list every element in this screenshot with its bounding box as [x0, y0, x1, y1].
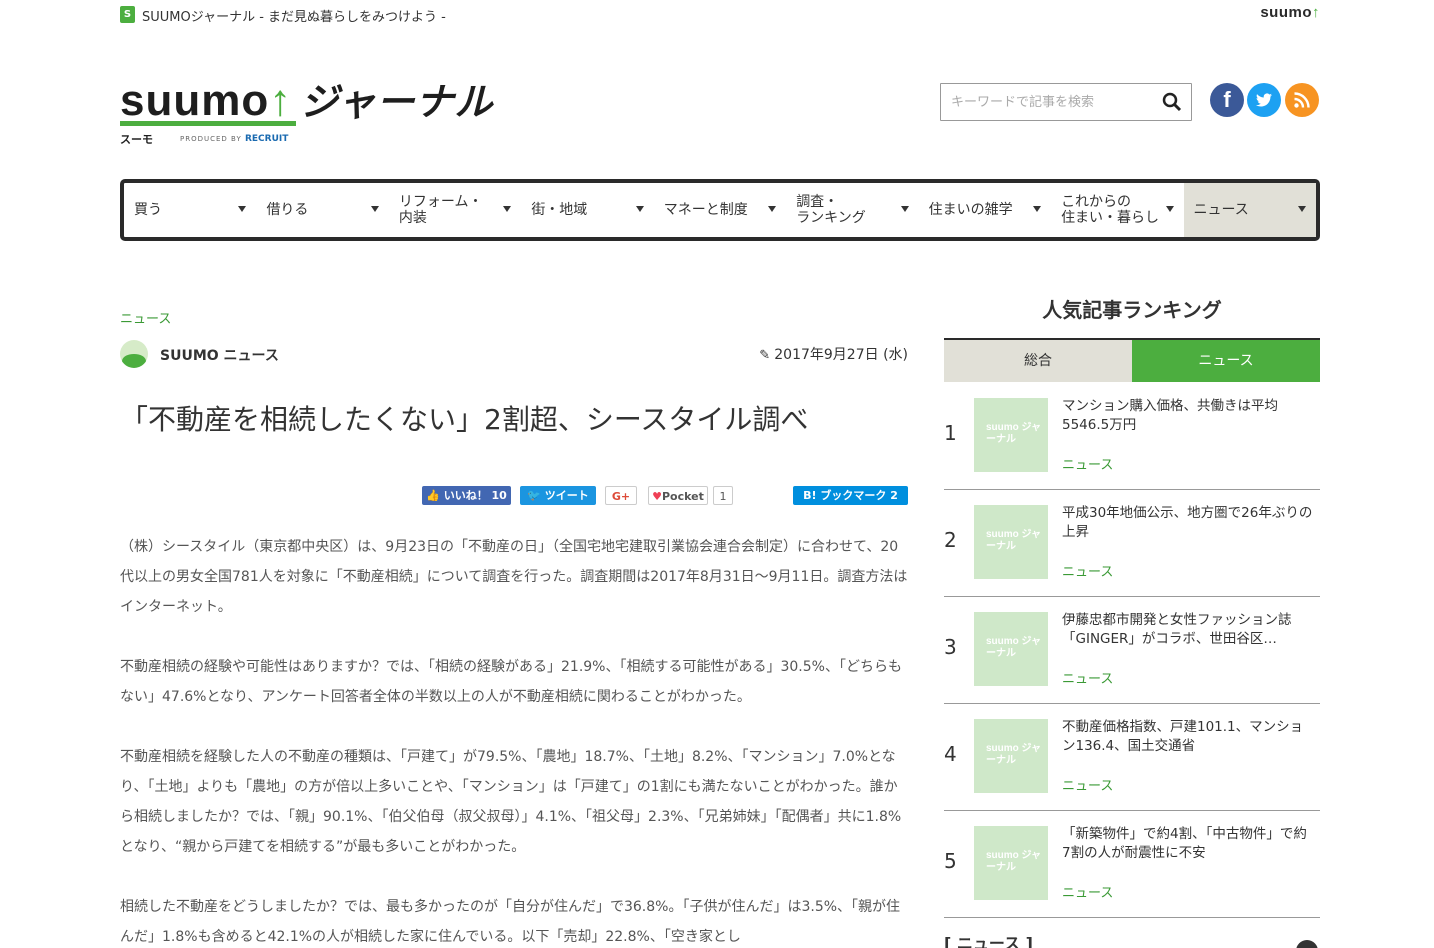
chevron-down-icon	[503, 206, 512, 212]
nav-item-buy[interactable]: 買う	[124, 183, 256, 237]
rank-number: 2	[944, 528, 957, 552]
thumbs-up-icon: 👍	[426, 489, 440, 502]
rank-number: 4	[944, 742, 957, 766]
nav-item-reform[interactable]: リフォーム・ 内装	[389, 183, 521, 237]
rank-number: 1	[944, 421, 957, 445]
facebook-icon[interactable]: f	[1210, 83, 1244, 117]
suumo-icon: S	[120, 6, 135, 23]
chevron-down-icon	[370, 206, 379, 212]
ranking-category[interactable]: ニュース	[1062, 561, 1113, 580]
tab-news[interactable]: ニュース	[1132, 340, 1320, 382]
nav-item-news[interactable]: ニュース	[1183, 183, 1316, 237]
ranking-title[interactable]: 不動産価格指数、戸建101.1、マンション136.4、国土交通省	[1062, 718, 1314, 756]
main-nav: 買う 借りる リフォーム・ 内装 街・地域 マネーと制度 調査・ ランキング 住…	[120, 179, 1320, 241]
nav-label: 住まいの雑学	[928, 202, 1013, 218]
chevron-down-icon	[238, 206, 247, 212]
article-thumbnail[interactable]: suumo ジャーナル	[974, 505, 1048, 579]
paragraph: （株）シースタイル（東京都中央区）は、9月23日の「不動産の日」（全国宅地宅建取…	[120, 539, 908, 615]
nav-label: 借りる	[266, 202, 309, 218]
ranking-item[interactable]: 5 suumo ジャーナル 「新築物件」で約4割、「中古物件」で約7割の人が耐震…	[944, 811, 1320, 918]
chevron-down-icon	[1165, 206, 1174, 212]
pocket-icon: ♥	[652, 490, 662, 503]
rank-number: 3	[944, 635, 957, 659]
nav-item-future[interactable]: これからの 住まい・暮らし	[1051, 183, 1183, 237]
news-section-heading: [ ニュース ]	[944, 934, 1033, 948]
nav-item-rent[interactable]: 借りる	[256, 183, 388, 237]
nav-item-money[interactable]: マネーと制度	[654, 183, 786, 237]
twitter-icon[interactable]	[1247, 83, 1281, 117]
nav-item-area[interactable]: 街・地域	[521, 183, 653, 237]
nav-item-trivia[interactable]: 住まいの雑学	[919, 183, 1051, 237]
suumo-top-logo[interactable]: suumo↑	[1260, 4, 1320, 21]
tweet-button[interactable]: 🐦 ツイート	[520, 486, 596, 505]
nav-label: マネーと制度	[663, 202, 748, 218]
site-tagline: SUUMOジャーナル - まだ見ぬ暮らしをみつけよう -	[142, 10, 446, 25]
ranking-title[interactable]: 平成30年地価公示、地方圏で26年ぶりの上昇	[1062, 504, 1314, 542]
nav-label: 街・地域	[531, 202, 588, 218]
nav-label: 調査・ ランキング	[796, 194, 866, 226]
paragraph: 不動産相続の経験や可能性はありますか？では、「相続の経験がある」21.9%、「相…	[120, 659, 902, 705]
paragraph: 不動産相続を経験した人の不動産の種類は、「戸建て」が79.5%、「農地」18.7…	[120, 749, 902, 855]
breadcrumb-category[interactable]: ニュース	[120, 308, 171, 327]
author-avatar	[120, 340, 148, 368]
chevron-down-icon	[1033, 206, 1042, 212]
nav-label: これからの 住まい・暮らし	[1061, 194, 1160, 226]
chevron-icon[interactable]	[1296, 940, 1318, 948]
article-body: （株）シースタイル（東京都中央区）は、9月23日の「不動産の日」（全国宅地宅建取…	[120, 532, 910, 948]
ranking-item[interactable]: 1 suumo ジャーナル マンション購入価格、共働きは平均5546.5万円 ニ…	[944, 383, 1320, 490]
chevron-down-icon	[768, 206, 777, 212]
nav-label: リフォーム・ 内装	[398, 194, 483, 226]
google-plus-button[interactable]: G+	[605, 486, 637, 505]
nav-label: ニュース	[1193, 202, 1249, 218]
ranking-item[interactable]: 4 suumo ジャーナル 不動産価格指数、戸建101.1、マンション136.4…	[944, 704, 1320, 811]
article-title: 「不動産を相続したくない」2割超、シースタイル調べ	[120, 403, 809, 436]
ranking-category[interactable]: ニュース	[1062, 668, 1113, 687]
ranking-list: 1 suumo ジャーナル マンション購入価格、共働きは平均5546.5万円 ニ…	[944, 383, 1320, 918]
ranking-item[interactable]: 2 suumo ジャーナル 平成30年地価公示、地方圏で26年ぶりの上昇 ニュー…	[944, 490, 1320, 597]
ranking-tabs: 総合 ニュース	[944, 338, 1320, 382]
pocket-count: 1	[713, 486, 733, 505]
hatena-bookmark-button[interactable]: B! ブックマーク 2	[793, 486, 908, 505]
ranking-heading: 人気記事ランキング	[1042, 298, 1222, 322]
article-thumbnail[interactable]: suumo ジャーナル	[974, 719, 1048, 793]
suumo-journal-logo[interactable]: suumo↑ ジャーナル スーモ PRODUCED BY RECRUIT	[120, 76, 520, 148]
chevron-down-icon	[1297, 206, 1306, 212]
search-box	[940, 83, 1192, 121]
ranking-title[interactable]: 「新築物件」で約4割、「中古物件」で約7割の人が耐震性に不安	[1062, 825, 1314, 863]
paragraph: 相続した不動産をどうしましたか？では、最も多かったのが「自分が住んだ」で36.8…	[120, 899, 901, 945]
ranking-category[interactable]: ニュース	[1062, 882, 1113, 901]
chevron-down-icon	[900, 206, 909, 212]
ranking-category[interactable]: ニュース	[1062, 775, 1113, 794]
author-name[interactable]: SUUMO ニュース	[160, 345, 279, 365]
search-input[interactable]	[951, 85, 1161, 119]
pencil-icon: ✎	[759, 348, 775, 363]
rank-number: 5	[944, 849, 957, 873]
chevron-down-icon	[635, 206, 644, 212]
ranking-item[interactable]: 3 suumo ジャーナル 伊藤忠都市開発と女性ファッション誌「GINGER」が…	[944, 597, 1320, 704]
twitter-icon: 🐦	[527, 489, 541, 502]
search-icon[interactable]	[1162, 92, 1182, 112]
pocket-button[interactable]: ♥Pocket	[648, 486, 708, 505]
article-thumbnail[interactable]: suumo ジャーナル	[974, 398, 1048, 472]
rss-icon[interactable]	[1285, 83, 1319, 117]
nav-item-research[interactable]: 調査・ ランキング	[786, 183, 918, 237]
tab-overall[interactable]: 総合	[944, 340, 1132, 382]
nav-label: 買う	[134, 202, 162, 218]
facebook-like-button[interactable]: 👍 いいね！ 10	[422, 486, 511, 505]
article-thumbnail[interactable]: suumo ジャーナル	[974, 612, 1048, 686]
article-date: ✎ 2017年9月27日 (水)	[759, 347, 908, 363]
article-thumbnail[interactable]: suumo ジャーナル	[974, 826, 1048, 900]
ranking-title[interactable]: マンション購入価格、共働きは平均5546.5万円	[1062, 397, 1314, 435]
ranking-category[interactable]: ニュース	[1062, 454, 1113, 473]
ranking-title[interactable]: 伊藤忠都市開発と女性ファッション誌「GINGER」がコラボ、世田谷区…	[1062, 611, 1314, 649]
